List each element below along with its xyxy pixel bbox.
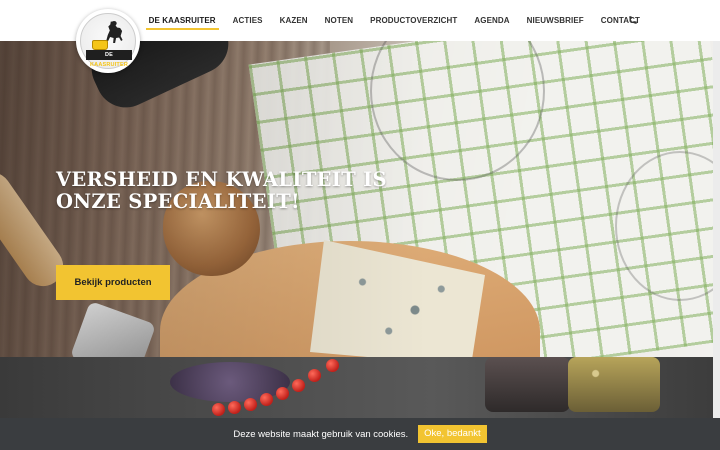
cookie-accept-button[interactable]: Oke, bedankt [418,425,487,443]
cookie-bar: Deze website maakt gebruik van cookies. … [0,418,720,450]
nav-item-kazen[interactable]: KAZEN [280,0,308,41]
logo-text-kaasruiter: KAASRUITER [89,62,129,68]
nav-item-agenda[interactable]: AGENDA [474,0,509,41]
cheese-icon [92,40,108,50]
nav-item-de-kaasruiter[interactable]: DE KAASRUITER [145,0,219,41]
band-tomato [260,393,273,406]
band-jar-2 [568,357,660,412]
band-tomato [308,369,321,382]
hero-title: VERSHEID EN KWALITEIT IS ONZE SPECIALITE… [56,169,416,213]
page-scrollbar[interactable] [713,41,720,418]
main-nav: DE KAASRUITER ACTIES KAZEN NOTEN PRODUCT… [132,0,640,41]
cookie-message: Deze website maakt gebruik van cookies. [233,428,409,440]
band-tomato [326,359,339,372]
band-tomato [276,387,289,400]
logo-text-de: DE [104,52,114,58]
band-tomato [244,398,257,411]
logo-banner: DE KAASRUITER [86,50,132,68]
hero-title-line2: ONZE SPECIALITEIT! [56,190,300,213]
nav-item-acties[interactable]: ACTIES [233,0,263,41]
nav-item-productoverzicht[interactable]: PRODUCTOVERZICHT [370,0,457,41]
site-logo[interactable]: DE KAASRUITER [76,9,140,73]
logo-emblem: DE KAASRUITER [80,13,136,69]
band-tomato [212,403,225,416]
band-jar [485,357,570,412]
view-products-button[interactable]: Bekijk producten [56,265,170,300]
food-image-band [0,357,720,418]
band-tomato [292,379,305,392]
band-tomato [228,401,241,414]
hero-banner: VERSHEID EN KWALITEIT IS ONZE SPECIALITE… [0,41,713,357]
nav-item-nieuwsbrief[interactable]: NIEUWSBRIEF [527,0,584,41]
hero-title-line1: VERSHEID EN KWALITEIT IS [56,168,387,191]
nav-item-noten[interactable]: NOTEN [325,0,354,41]
phone-icon[interactable] [628,14,638,26]
